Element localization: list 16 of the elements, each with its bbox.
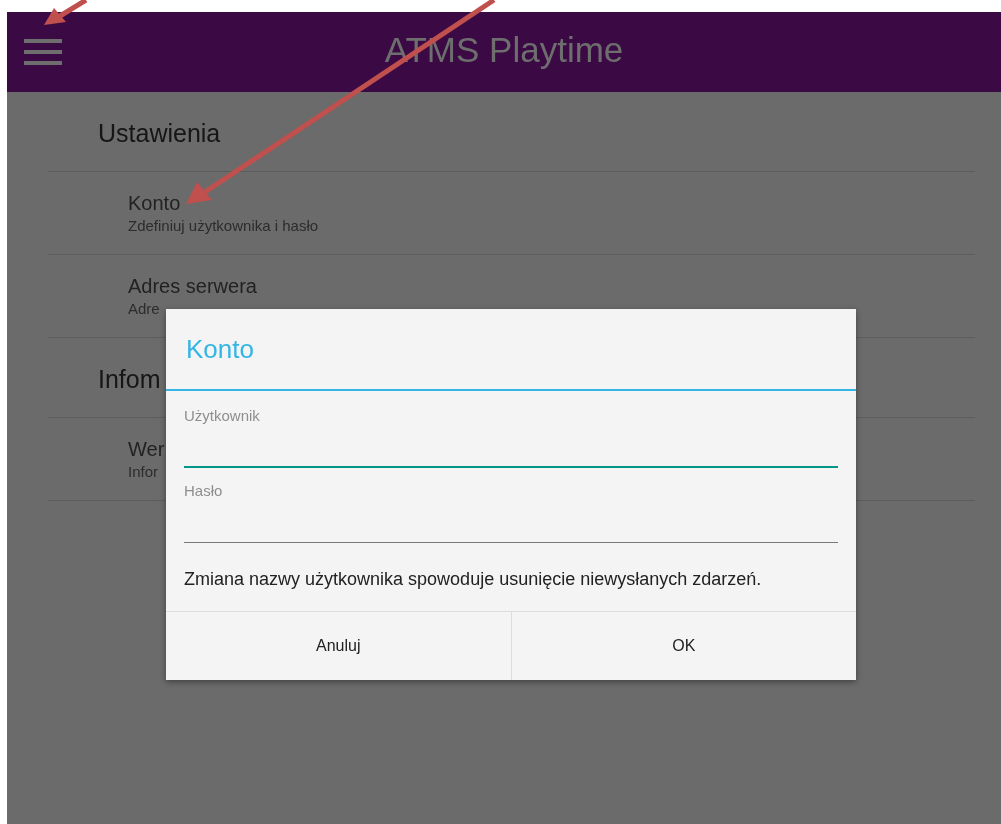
dialog-message: Zmiana nazwy użytkownika spowoduje usunięcie niewysłanych zdarzeń. [184, 568, 763, 591]
dialog-title: Konto [186, 333, 254, 365]
setting-title[interactable]: Konto [128, 192, 181, 215]
section-header: Infom [98, 365, 161, 394]
dialog-button[interactable]: OK [510, 612, 856, 680]
setting-title[interactable]: Adres serwera [128, 275, 257, 298]
setting-title[interactable]: Wer [128, 438, 165, 461]
setting-summary: Infor [128, 463, 158, 480]
setting-summary: Zdefiniuj użytkownika i hasło [128, 217, 319, 234]
field-label: Użytkownik [184, 407, 260, 424]
menu-icon[interactable] [24, 39, 62, 65]
setting-summary: Adre [128, 300, 160, 317]
annotation-arrow [44, 0, 88, 25]
field-label: Hasło [184, 482, 223, 499]
section-header: Ustawienia [98, 119, 221, 148]
dialog-button[interactable]: Anuluj [166, 612, 511, 680]
